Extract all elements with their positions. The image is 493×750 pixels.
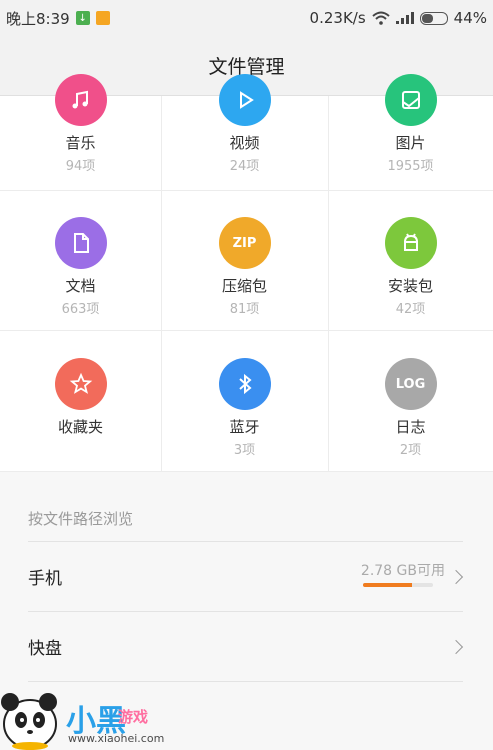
category-favorites[interactable]: 收藏夹 bbox=[0, 358, 161, 439]
zip-icon: ZIP bbox=[218, 217, 271, 269]
category-bluetooth[interactable]: 蓝牙 3项 bbox=[161, 358, 328, 458]
category-count: 663项 bbox=[61, 302, 100, 317]
category-count: 2项 bbox=[399, 443, 422, 458]
watermark-logo: 小黑 游戏 www.xiaohei.com bbox=[0, 680, 200, 750]
category-label: 压缩包 bbox=[221, 277, 267, 295]
kuaipan-row[interactable]: 快盘 bbox=[28, 611, 464, 681]
category-video[interactable]: 视频 24项 bbox=[161, 74, 328, 174]
document-icon bbox=[54, 217, 107, 269]
category-label: 图片 bbox=[395, 134, 426, 152]
grid-divider bbox=[0, 330, 493, 331]
category-documents[interactable]: 文档 663项 bbox=[0, 217, 161, 317]
status-bar: 晚上8:39 ↓ 0.23K/s 44% bbox=[0, 0, 493, 36]
wifi-icon bbox=[371, 11, 390, 25]
category-label: 安装包 bbox=[387, 277, 433, 295]
android-icon bbox=[384, 217, 437, 269]
section-title: 按文件路径浏览 bbox=[28, 510, 134, 528]
category-label: 视频 bbox=[229, 134, 260, 152]
logo-sub: 游戏 bbox=[118, 708, 149, 726]
music-icon bbox=[54, 74, 107, 126]
zip-badge: ZIP bbox=[232, 235, 257, 251]
battery-icon bbox=[419, 11, 448, 25]
logo-url: www.xiaohei.com bbox=[68, 732, 165, 745]
storage-available: 2.78 GB可用 bbox=[360, 563, 445, 579]
star-icon bbox=[54, 358, 107, 410]
grid-divider bbox=[0, 190, 493, 191]
image-icon bbox=[384, 74, 437, 126]
category-count: 81项 bbox=[229, 302, 260, 317]
chevron-right-icon bbox=[448, 569, 464, 584]
signal-icon bbox=[395, 12, 414, 24]
category-count: 3项 bbox=[233, 443, 256, 458]
category-grid: 音乐 94项 视频 24项 图片 1955项 文档 663项 ZIP 压缩包 8… bbox=[0, 74, 493, 472]
log-badge: LOG bbox=[395, 376, 426, 392]
panda-icon bbox=[1, 693, 57, 750]
category-count: 94项 bbox=[65, 159, 96, 174]
note-icon bbox=[95, 11, 110, 25]
category-count: 1955项 bbox=[387, 159, 434, 174]
clock: 晚上8:39 bbox=[6, 9, 70, 28]
category-label: 日志 bbox=[395, 418, 426, 436]
category-label: 文档 bbox=[65, 277, 96, 295]
category-count: 24项 bbox=[229, 159, 260, 174]
network-speed: 0.23K/s bbox=[309, 9, 366, 27]
phone-storage-row[interactable]: 手机 2.78 GB可用 bbox=[28, 541, 464, 611]
play-icon bbox=[218, 74, 271, 126]
category-apks[interactable]: 安装包 42项 bbox=[328, 217, 493, 317]
storage-usage-bar bbox=[363, 583, 433, 587]
battery-percent: 44% bbox=[453, 9, 487, 27]
category-music[interactable]: 音乐 94项 bbox=[0, 74, 161, 174]
bluetooth-icon bbox=[218, 358, 271, 410]
phone-label: 手机 bbox=[28, 569, 62, 589]
category-label: 音乐 bbox=[65, 134, 96, 152]
kuaipan-label: 快盘 bbox=[28, 639, 62, 659]
category-count: 42项 bbox=[395, 302, 426, 317]
log-icon: LOG bbox=[384, 358, 437, 410]
category-logs[interactable]: LOG 日志 2项 bbox=[328, 358, 493, 458]
category-label: 蓝牙 bbox=[229, 418, 260, 436]
download-icon: ↓ bbox=[75, 11, 90, 25]
category-images[interactable]: 图片 1955项 bbox=[328, 74, 493, 174]
chevron-right-icon bbox=[448, 639, 464, 654]
category-label: 收藏夹 bbox=[57, 418, 103, 436]
category-archives[interactable]: ZIP 压缩包 81项 bbox=[161, 217, 328, 317]
